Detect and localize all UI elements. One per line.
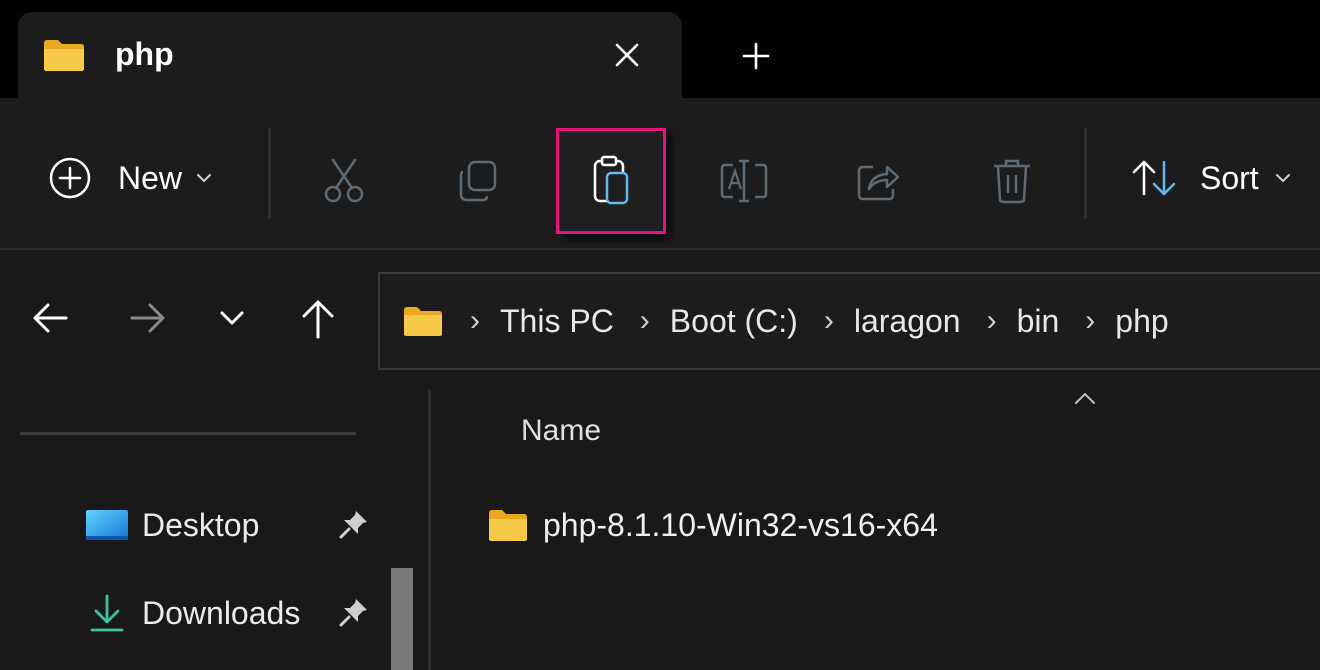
new-button-label: New	[118, 159, 183, 196]
arrow-up-icon	[302, 300, 334, 339]
rename-button[interactable]	[690, 128, 798, 234]
sidebar-item-desktop[interactable]: Desktop	[84, 500, 259, 550]
pin-icon[interactable]	[338, 508, 370, 540]
paste-button[interactable]	[556, 128, 666, 234]
folder-icon	[44, 40, 84, 71]
breadcrumb-this-pc[interactable]: This PC	[500, 303, 614, 340]
navigation-bar: › This PC › Boot (C:) › laragon › bin › …	[0, 250, 1320, 390]
tab-title: php	[115, 36, 174, 72]
chevron-down-icon	[197, 174, 212, 183]
share-button[interactable]	[824, 128, 932, 234]
copy-button[interactable]	[424, 128, 532, 234]
breadcrumb-bin[interactable]: bin	[1017, 303, 1060, 340]
breadcrumb-separator: ›	[470, 304, 480, 337]
breadcrumb-separator: ›	[823, 304, 834, 337]
delete-button[interactable]	[958, 128, 1066, 234]
sort-button[interactable]: Sort	[1130, 150, 1291, 206]
up-button[interactable]	[298, 298, 338, 339]
navpane-scrollbar[interactable]	[391, 568, 413, 670]
forward-button[interactable]	[128, 298, 168, 338]
arrow-right-icon	[130, 303, 165, 333]
toolbar-divider	[1084, 128, 1087, 218]
recent-locations-button[interactable]	[212, 298, 252, 338]
breadcrumb-boot-drive[interactable]: Boot (C:)	[670, 303, 798, 340]
sort-icon	[1132, 160, 1176, 196]
breadcrumb-separator: ›	[639, 304, 650, 337]
sidebar-item-label: Downloads	[142, 594, 301, 631]
file-list: Name php-8.1.10-Win32-vs16-x64	[431, 390, 1320, 670]
sort-ascending-icon	[1075, 392, 1095, 404]
desktop-icon	[86, 510, 128, 540]
close-icon[interactable]	[610, 38, 644, 72]
new-button[interactable]: New	[48, 150, 212, 206]
toolbar-divider	[268, 128, 271, 218]
folder-icon	[404, 307, 442, 336]
pin-icon[interactable]	[338, 596, 370, 628]
folder-icon	[489, 510, 527, 541]
download-icon	[90, 594, 124, 632]
sidebar-item-label: Desktop	[142, 506, 260, 543]
paste-icon	[593, 155, 629, 205]
address-bar[interactable]: › This PC › Boot (C:) › laragon › bin › …	[378, 272, 1320, 370]
file-name: php-8.1.10-Win32-vs16-x64	[543, 506, 938, 543]
command-bar: New Sort	[0, 98, 1320, 250]
copy-icon	[459, 160, 497, 202]
breadcrumb-separator: ›	[1085, 304, 1096, 337]
share-icon	[857, 165, 900, 201]
chevron-down-icon	[1275, 174, 1290, 183]
title-bar: php	[0, 0, 1320, 98]
navigation-pane: Desktop Downloads	[0, 390, 430, 670]
breadcrumb-separator: ›	[986, 304, 997, 337]
navpane-divider	[20, 432, 356, 435]
rename-icon	[720, 159, 768, 203]
scissors-icon	[324, 158, 364, 203]
add-circle-icon	[49, 157, 91, 199]
tab-php[interactable]: php	[18, 12, 682, 98]
trash-icon	[994, 159, 1030, 204]
plus-icon[interactable]	[738, 38, 774, 74]
sidebar-item-downloads[interactable]: Downloads	[84, 588, 300, 638]
list-item[interactable]: php-8.1.10-Win32-vs16-x64	[487, 502, 938, 548]
arrow-left-icon	[33, 303, 68, 333]
cut-button[interactable]	[290, 128, 398, 234]
column-header-name[interactable]: Name	[521, 414, 601, 448]
breadcrumb-laragon[interactable]: laragon	[854, 303, 961, 340]
back-button[interactable]	[30, 298, 70, 338]
breadcrumb-php[interactable]: php	[1115, 303, 1168, 340]
sort-button-label: Sort	[1200, 159, 1259, 196]
chevron-down-icon	[220, 311, 244, 325]
